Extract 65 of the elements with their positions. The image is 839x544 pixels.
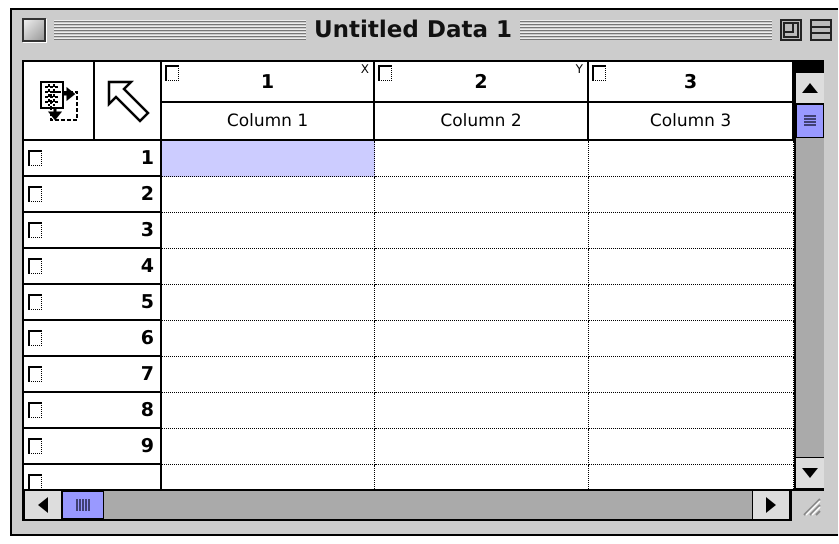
row-checkbox[interactable] (28, 186, 42, 202)
scroll-thumb[interactable] (62, 491, 104, 519)
column-checkbox[interactable] (378, 65, 392, 81)
close-box[interactable] (22, 18, 46, 42)
table-cell[interactable] (162, 285, 375, 321)
scroll-up-button[interactable] (796, 72, 824, 104)
collapse-box[interactable] (810, 19, 832, 41)
scroll-down-button[interactable] (796, 457, 824, 489)
column-number: 1 (260, 70, 274, 92)
row-checkbox[interactable] (28, 150, 42, 166)
window-title: Untitled Data 1 (314, 17, 512, 43)
row-number: 5 (140, 291, 154, 313)
row-checkbox[interactable] (28, 402, 42, 418)
row-checkbox[interactable] (28, 474, 42, 489)
table-cell[interactable] (375, 141, 589, 177)
up-triangle-icon (802, 83, 818, 93)
table-cell[interactable] (375, 177, 589, 213)
column-number: 3 (684, 70, 698, 92)
row-number: 1 (140, 147, 154, 169)
row-number: 3 (140, 219, 154, 241)
column-checkbox[interactable] (592, 65, 606, 81)
table-cell[interactable] (162, 177, 375, 213)
left-triangle-icon (38, 497, 48, 513)
row-checkbox[interactable] (28, 222, 42, 238)
row-number: 6 (140, 327, 154, 349)
right-triangle-icon (766, 497, 776, 513)
table-cell[interactable] (162, 357, 375, 393)
row-number: 7 (140, 363, 154, 385)
row-checkbox[interactable] (28, 330, 42, 346)
vertical-scrollbar[interactable] (794, 62, 824, 489)
table-cell[interactable] (162, 249, 375, 285)
table-cell[interactable] (375, 213, 589, 249)
table-cell[interactable] (375, 285, 589, 321)
row-checkbox[interactable] (28, 366, 42, 382)
row-number: 9 (140, 435, 154, 457)
axis-label: X (360, 62, 369, 76)
column-name[interactable]: Column 1 (226, 111, 308, 131)
row-number: 8 (140, 399, 154, 421)
row-checkbox[interactable] (28, 294, 42, 310)
table-cell[interactable] (162, 393, 375, 429)
table-cell[interactable] (375, 357, 589, 393)
row-number: 4 (140, 255, 154, 277)
table-cell[interactable] (375, 321, 589, 357)
down-triangle-icon (802, 468, 818, 478)
scroll-left-button[interactable] (24, 491, 62, 519)
column-name[interactable]: Column 3 (650, 111, 732, 131)
table-cell[interactable] (162, 429, 375, 465)
table-cell[interactable] (162, 141, 375, 177)
zoom-box[interactable] (780, 19, 802, 41)
table-cell[interactable] (375, 249, 589, 285)
table-cell[interactable] (162, 321, 375, 357)
row-checkbox[interactable] (28, 258, 42, 274)
axis-label: Y (576, 62, 583, 76)
table-cell[interactable] (162, 213, 375, 249)
table-cell[interactable] (375, 429, 589, 465)
column-name[interactable]: Column 2 (440, 111, 522, 131)
horizontal-scrollbar[interactable] (22, 491, 792, 521)
table-cell[interactable] (375, 393, 589, 429)
import-data-icon[interactable] (38, 80, 78, 122)
row-checkbox[interactable] (28, 438, 42, 454)
scroll-right-button[interactable] (752, 491, 790, 519)
column-number: 2 (474, 70, 488, 92)
column-checkbox[interactable] (165, 65, 179, 81)
scroll-thumb[interactable] (796, 104, 824, 138)
row-number: 2 (140, 183, 154, 205)
